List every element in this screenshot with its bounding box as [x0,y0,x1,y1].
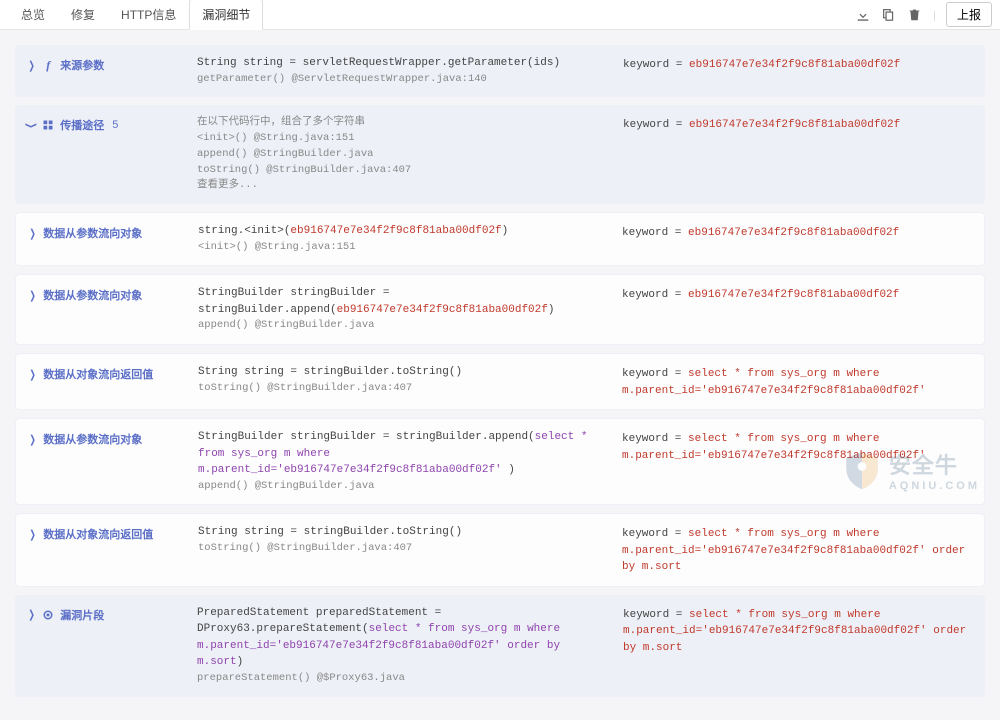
propagation-icon [42,119,54,131]
code-line: String string = servletRequestWrapper.ge… [197,55,603,72]
code-line: StringBuilder stringBuilder = stringBuil… [198,285,602,318]
code-line: <init>() @String.java:151 [197,131,603,147]
code-line: StringBuilder stringBuilder = stringBuil… [198,429,602,479]
row-title: 数据从对象流向返回值 [43,366,153,382]
keyword-cell: keyword = eb916747e7e34f2f9c8f81aba00df0… [623,115,973,134]
row-title: 数据从对象流向返回值 [43,526,153,542]
row-vuln-fragment[interactable]: ❯ 漏洞片段 PreparedStatement preparedStateme… [15,595,985,697]
vuln-detail-panel: ❯ f 来源参数 String string = servletRequestW… [0,30,1000,720]
code-line: PreparedStatement preparedStatement = DP… [197,605,603,671]
download-icon[interactable] [855,7,871,23]
code-sub: append() @StringBuilder.java [198,479,602,495]
function-icon: f [42,59,54,71]
tab-vuln-detail[interactable]: 漏洞细节 [189,0,263,30]
tab-bar: 总览 修复 HTTP信息 漏洞细节 [8,0,263,30]
chevron-right-icon: ❯ [29,368,35,381]
code-line: String string = stringBuilder.toString() [198,524,602,541]
chevron-right-icon: ❯ [29,433,35,446]
code-sub: append() @StringBuilder.java [198,318,602,334]
row-count: 5 [112,119,118,131]
keyword-cell: keyword = eb916747e7e34f2f9c8f81aba00df0… [622,223,972,242]
keyword-cell: keyword = select * from sys_org m where … [623,605,973,657]
row-title: 数据从参数流向对象 [43,225,142,241]
code-sub: getParameter() @ServletRequestWrapper.ja… [197,72,603,88]
row-dataflow[interactable]: ❯ 数据从参数流向对象 StringBuilder stringBuilder … [15,418,985,505]
chevron-right-icon: ❯ [29,227,35,240]
chevron-right-icon: ❯ [29,289,35,302]
copy-icon[interactable] [881,7,897,23]
code-line: append() @StringBuilder.java [197,147,603,163]
code-sub: <init>() @String.java:151 [198,240,602,256]
row-title: 传播途径 [60,117,104,133]
code-sub: prepareStatement() @$Proxy63.java [197,671,603,687]
keyword-cell: keyword = eb916747e7e34f2f9c8f81aba00df0… [623,55,973,74]
chevron-right-icon: ❯ [29,528,35,541]
code-line: String string = stringBuilder.toString() [198,364,602,381]
chevron-right-icon: ❯ [28,608,34,621]
tab-overview[interactable]: 总览 [8,0,58,30]
delete-icon[interactable] [907,7,923,23]
code-line: 在以下代码行中，组合了多个字符串 [197,115,603,131]
topbar-actions: | 上报 [855,2,992,27]
top-bar: 总览 修复 HTTP信息 漏洞细节 | 上报 [0,0,1000,30]
code-line: string.<init>(eb916747e7e34f2f9c8f81aba0… [198,223,602,240]
bug-icon [42,609,54,621]
chevron-right-icon: ❯ [28,59,34,72]
row-title: 来源参数 [60,57,104,73]
row-source-param[interactable]: ❯ f 来源参数 String string = servletRequestW… [15,45,985,97]
tab-http[interactable]: HTTP信息 [108,0,189,30]
report-button[interactable]: 上报 [946,2,992,27]
row-propagation[interactable]: ❯ 传播途径 5 在以下代码行中，组合了多个字符串 <init>() @Stri… [15,105,985,204]
keyword-cell: keyword = select * from sys_org m where … [622,524,972,576]
row-dataflow[interactable]: ❯ 数据从参数流向对象 StringBuilder stringBuilder … [15,274,985,345]
tab-repair[interactable]: 修复 [58,0,108,30]
row-title: 数据从参数流向对象 [43,287,142,303]
keyword-cell: keyword = select * from sys_org m where … [622,364,972,399]
code-sub: toString() @StringBuilder.java:407 [198,541,602,557]
row-title: 漏洞片段 [60,607,104,623]
keyword-cell: keyword = select * from sys_org m where … [622,429,972,464]
row-dataflow[interactable]: ❯ 数据从参数流向对象 string.<init>(eb916747e7e34f… [15,212,985,266]
row-dataflow-return[interactable]: ❯ 数据从对象流向返回值 String string = stringBuild… [15,353,985,410]
keyword-cell: keyword = eb916747e7e34f2f9c8f81aba00df0… [622,285,972,304]
code-sub: toString() @StringBuilder.java:407 [198,381,602,397]
code-line: toString() @StringBuilder.java:407 [197,163,603,179]
row-dataflow-return[interactable]: ❯ 数据从对象流向返回值 String string = stringBuild… [15,513,985,587]
row-title: 数据从参数流向对象 [43,431,142,447]
chevron-down-icon: ❯ [25,122,38,128]
show-more-link[interactable]: 查看更多... [197,178,603,194]
